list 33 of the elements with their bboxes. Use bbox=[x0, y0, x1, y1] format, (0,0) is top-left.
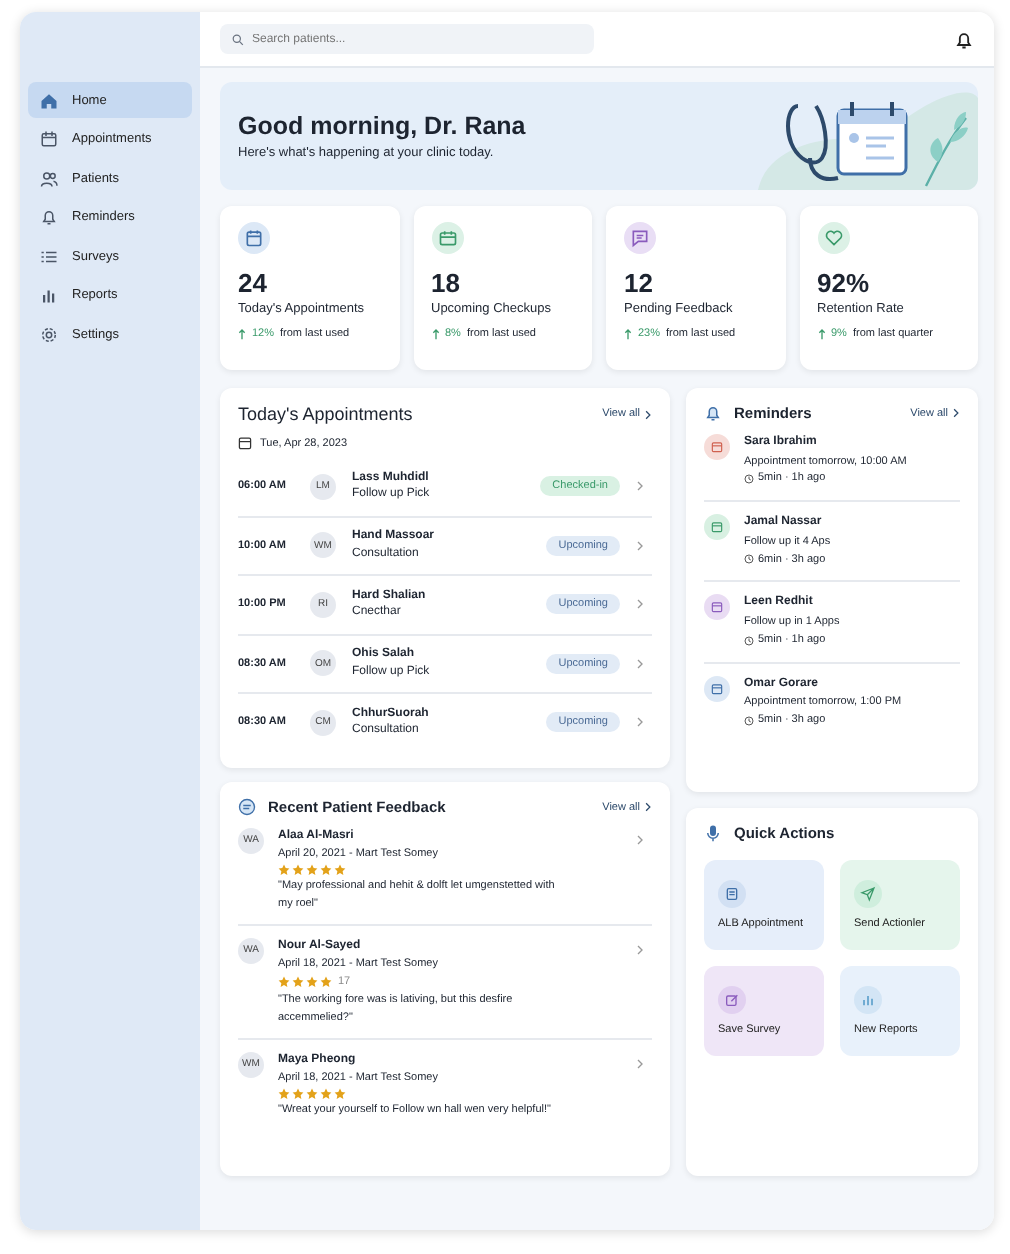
bar-chart-icon bbox=[860, 992, 876, 1008]
notification-bell-icon[interactable] bbox=[954, 29, 974, 49]
bell-icon bbox=[704, 404, 722, 422]
settings-icon bbox=[40, 325, 58, 343]
bell-icon bbox=[40, 208, 58, 226]
clock-icon bbox=[744, 635, 754, 646]
clock-icon bbox=[744, 715, 754, 726]
stat-value: 18 bbox=[431, 268, 462, 298]
paper-plane-icon bbox=[860, 886, 876, 902]
list-icon bbox=[40, 247, 58, 265]
microphone-icon bbox=[704, 824, 722, 842]
document-icon bbox=[724, 886, 740, 902]
bar-chart-icon bbox=[40, 286, 58, 304]
chevron-right-icon[interactable] bbox=[644, 409, 652, 419]
calendar-icon bbox=[40, 130, 58, 148]
card-title: Today's Appointments bbox=[238, 404, 415, 424]
chevron-right-icon[interactable] bbox=[952, 408, 960, 418]
arrow-up-icon bbox=[238, 328, 246, 340]
people-icon bbox=[40, 169, 58, 187]
greeting-title: Good morning, Dr. Rana bbox=[238, 112, 526, 140]
arrow-up-icon bbox=[431, 328, 439, 340]
clock-icon bbox=[744, 474, 754, 485]
calendar-icon bbox=[238, 436, 252, 450]
chat-icon bbox=[238, 798, 256, 816]
stat-value: 12 bbox=[624, 268, 655, 298]
stat-value: 92% bbox=[817, 268, 872, 298]
home-icon bbox=[40, 91, 58, 109]
arrow-up-icon bbox=[817, 328, 825, 340]
clock-icon bbox=[744, 554, 754, 565]
edit-icon bbox=[724, 992, 740, 1008]
stat-value: 24 bbox=[238, 268, 269, 298]
arrow-up-icon bbox=[624, 328, 632, 340]
chevron-right-icon[interactable] bbox=[644, 802, 652, 812]
